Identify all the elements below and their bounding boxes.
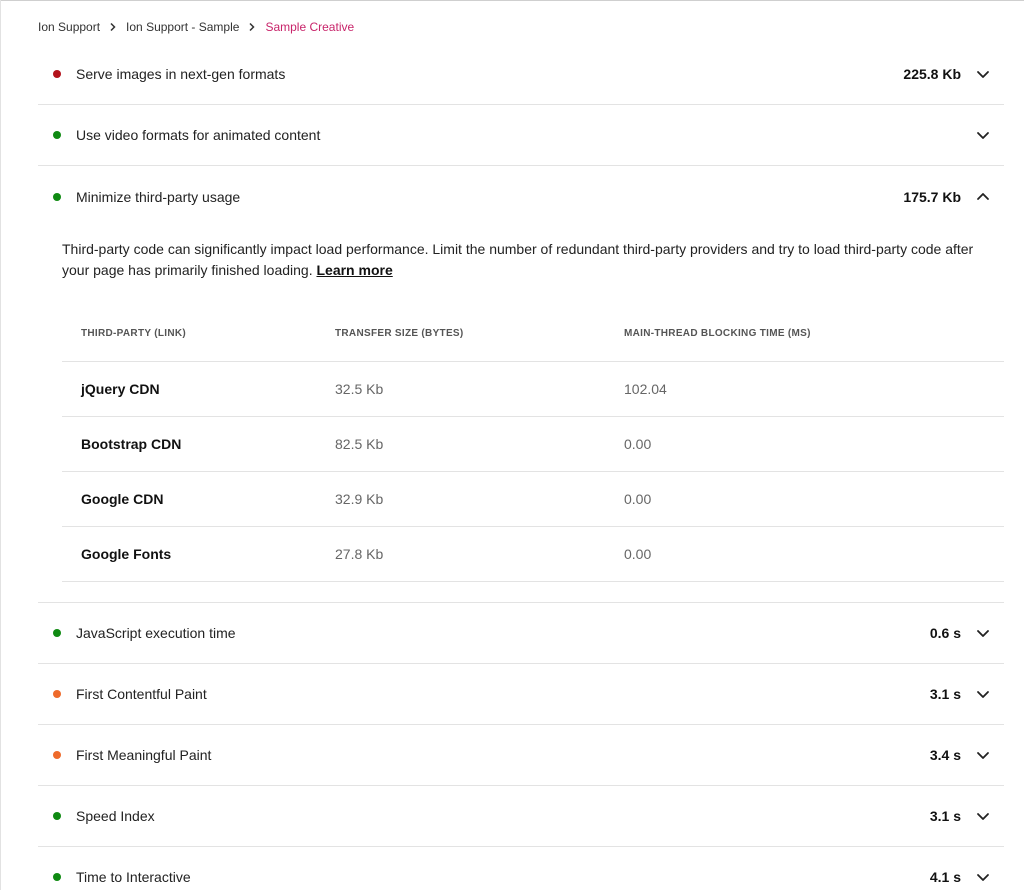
- third-party-name[interactable]: Google Fonts: [62, 526, 335, 582]
- chevron-right-icon: [248, 22, 256, 32]
- blocking-time: 0.00: [624, 471, 1004, 527]
- audit-title: Speed Index: [76, 807, 155, 824]
- chevron-right-icon: [109, 22, 117, 32]
- audit-title: First Contentful Paint: [76, 685, 207, 702]
- audit-title: Serve images in next-gen formats: [76, 66, 286, 82]
- chevron-down-icon[interactable]: [975, 66, 991, 82]
- third-party-table: THIRD-PARTY (LINK) TRANSFER SIZE (BYTES)…: [62, 307, 1004, 582]
- column-header-third-party: THIRD-PARTY (LINK): [62, 307, 335, 362]
- audit-value: 3.4 s: [929, 746, 961, 763]
- blocking-time: 0.00: [624, 416, 1004, 472]
- audit-row-javascript-execution-time[interactable]: JavaScript execution time 0.6 s: [38, 603, 1004, 664]
- audit-row-speed-index[interactable]: Speed Index 3.1 s: [38, 786, 1004, 847]
- status-dot-green: [53, 811, 61, 820]
- breadcrumb-item-ion-support[interactable]: Ion Support: [38, 20, 100, 34]
- audit-value: 3.1 s: [929, 807, 961, 824]
- chevron-down-icon[interactable]: [975, 808, 991, 824]
- audit-value: 0.6 s: [929, 624, 961, 641]
- audit-title: JavaScript execution time: [76, 624, 236, 641]
- learn-more-link[interactable]: Learn more: [316, 262, 392, 278]
- audit-title: Minimize third-party usage: [76, 188, 241, 205]
- audit-value: 225.8 Kb: [903, 66, 961, 82]
- third-party-description: Third-party code can significantly impac…: [62, 241, 974, 278]
- chevron-up-icon[interactable]: [975, 189, 991, 205]
- breadcrumb-current: Sample Creative: [265, 20, 355, 34]
- chevron-down-icon[interactable]: [975, 686, 991, 702]
- blocking-time: 102.04: [624, 361, 1004, 417]
- status-dot-orange: [53, 689, 61, 698]
- table-header-row: THIRD-PARTY (LINK) TRANSFER SIZE (BYTES)…: [62, 307, 1004, 362]
- transfer-size: 32.9 Kb: [335, 471, 624, 527]
- top-border: [0, 0, 1024, 1]
- audit-row-use-video-formats-for-animated-content[interactable]: Use video formats for animated content: [38, 105, 1004, 166]
- audit-row-time-to-interactive[interactable]: Time to Interactive 4.1 s: [38, 847, 1004, 890]
- audit-row-first-contentful-paint[interactable]: First Contentful Paint 3.1 s: [38, 664, 1004, 725]
- transfer-size: 27.8 Kb: [335, 526, 624, 582]
- status-dot-green: [53, 628, 61, 637]
- breadcrumb: Ion Support Ion Support - Sample Sample …: [38, 19, 354, 35]
- table-row: Bootstrap CDN 82.5 Kb 0.00: [62, 416, 1004, 472]
- audit-row-first-meaningful-paint[interactable]: First Meaningful Paint 3.4 s: [38, 725, 1004, 786]
- audit-title: First Meaningful Paint: [76, 746, 212, 763]
- third-party-name[interactable]: Bootstrap CDN: [62, 416, 335, 472]
- third-party-name[interactable]: jQuery CDN: [62, 361, 335, 417]
- audit-value: 175.7 Kb: [903, 188, 961, 205]
- column-header-blocking-time: MAIN-THREAD BLOCKING TIME (MS): [624, 307, 1004, 362]
- audit-title: Use video formats for animated content: [76, 127, 321, 143]
- audit-value: 4.1 s: [929, 868, 961, 885]
- chevron-down-icon[interactable]: [975, 747, 991, 763]
- audit-title: Time to Interactive: [76, 868, 191, 885]
- table-row: Google Fonts 27.8 Kb 0.00: [62, 526, 1004, 582]
- third-party-name[interactable]: Google CDN: [62, 471, 335, 527]
- chevron-down-icon[interactable]: [975, 127, 991, 143]
- status-dot-orange: [53, 750, 61, 759]
- breadcrumb-item-ion-support-sample[interactable]: Ion Support - Sample: [126, 20, 239, 34]
- table-row: jQuery CDN 32.5 Kb 102.04: [62, 361, 1004, 417]
- audit-row-minimize-third-party-usage[interactable]: Minimize third-party usage 175.7 Kb: [38, 166, 1004, 227]
- left-border: [0, 0, 1, 890]
- audit-value: 3.1 s: [929, 685, 961, 702]
- third-party-details: Third-party code can significantly impac…: [38, 227, 1004, 603]
- chevron-down-icon[interactable]: [975, 869, 991, 885]
- table-row: Google CDN 32.9 Kb 0.00: [62, 471, 1004, 527]
- chevron-down-icon[interactable]: [975, 625, 991, 641]
- status-dot-green: [53, 192, 61, 201]
- transfer-size: 82.5 Kb: [335, 416, 624, 472]
- column-header-transfer-size: TRANSFER SIZE (BYTES): [335, 307, 624, 362]
- status-dot-red: [53, 70, 61, 78]
- audit-list: Serve images in next-gen formats 225.8 Kb…: [38, 44, 1004, 890]
- transfer-size: 32.5 Kb: [335, 361, 624, 417]
- blocking-time: 0.00: [624, 526, 1004, 582]
- audit-row-serve-images-in-next-gen-formats[interactable]: Serve images in next-gen formats 225.8 Kb: [38, 44, 1004, 105]
- status-dot-green: [53, 131, 61, 139]
- status-dot-green: [53, 872, 61, 881]
